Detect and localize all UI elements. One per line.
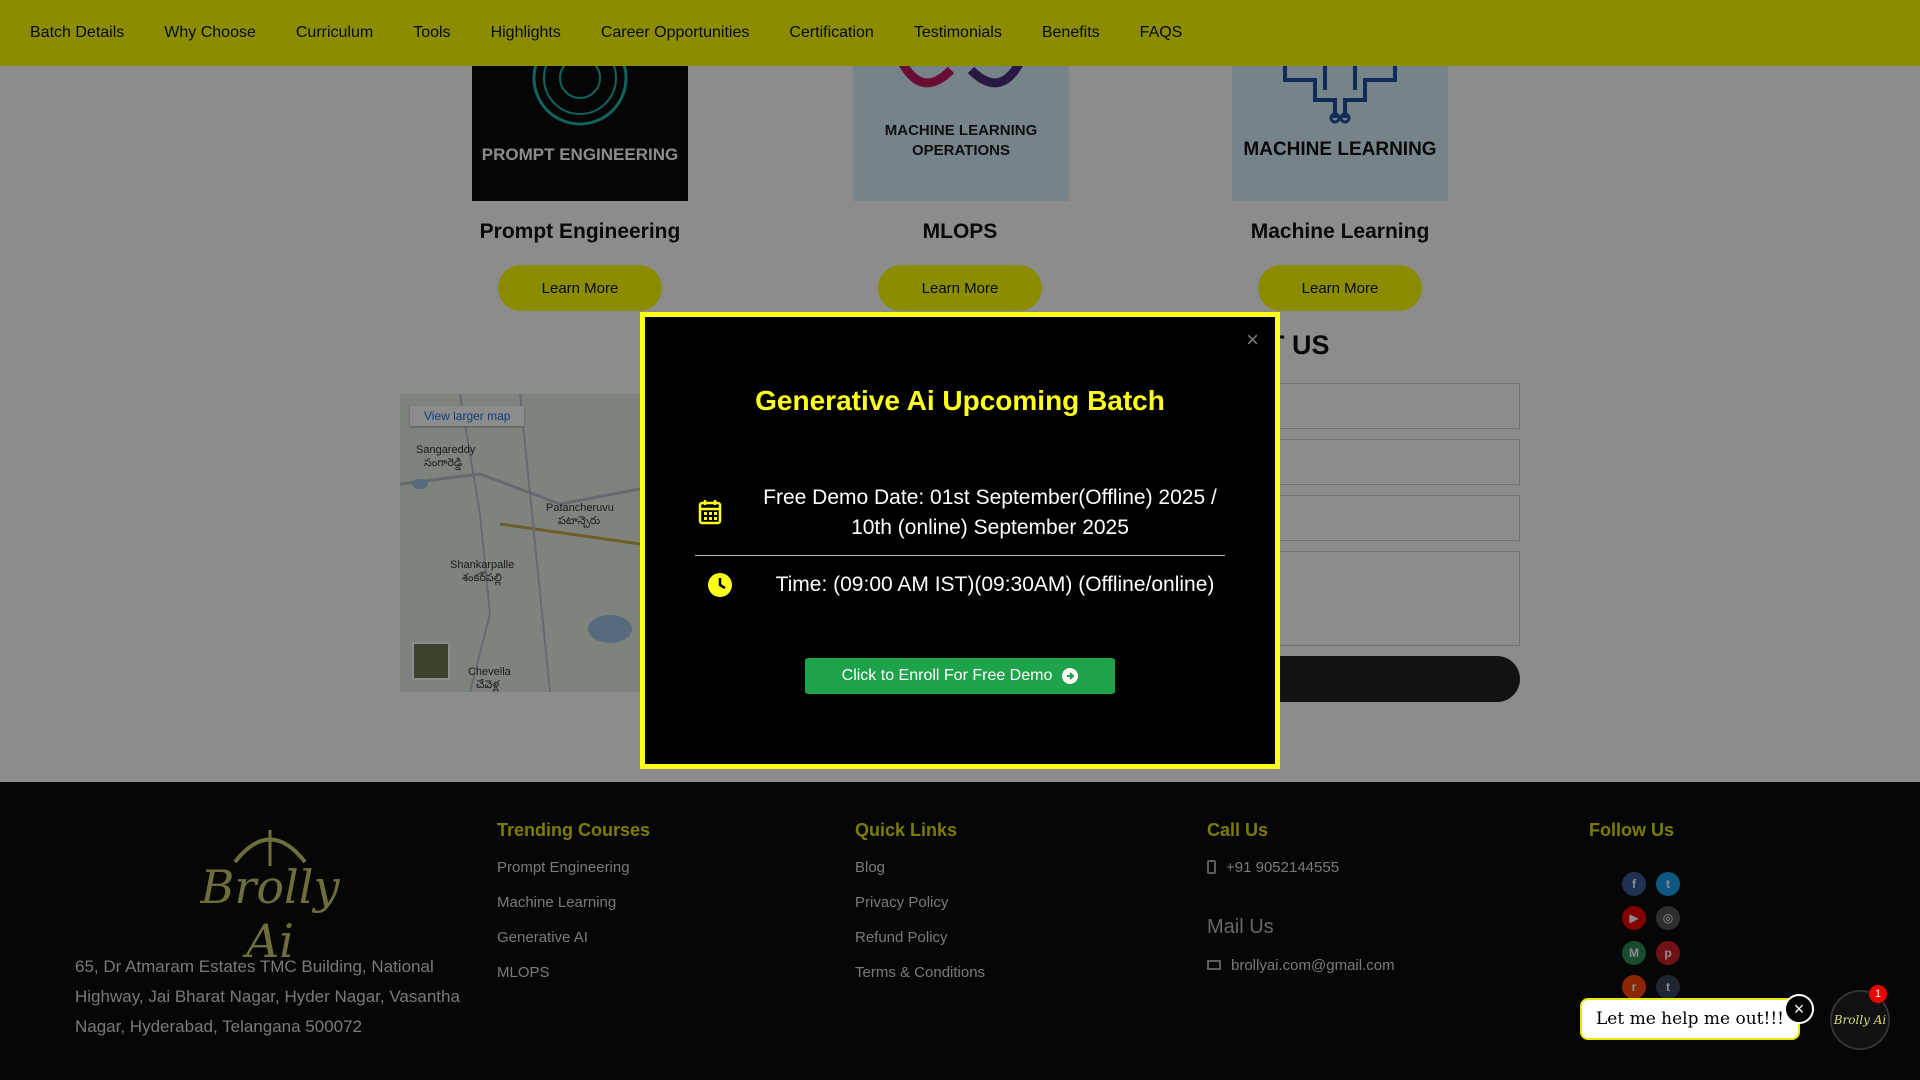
clock-icon bbox=[708, 573, 732, 597]
arrow-right-icon bbox=[1062, 668, 1079, 684]
chat-prompt-bubble[interactable]: Let me help me out!!! bbox=[1580, 998, 1800, 1040]
modal-divider bbox=[695, 555, 1225, 556]
chat-close-icon[interactable]: × bbox=[1784, 994, 1814, 1024]
upcoming-batch-modal: × Generative Ai Upcoming Batch Free Demo… bbox=[640, 312, 1280, 769]
free-demo-date: Free Demo Date: 01st September(Offline) … bbox=[763, 486, 1217, 539]
modal-title: Generative Ai Upcoming Batch bbox=[755, 385, 1165, 416]
batch-time: Time: (09:00 AM IST)(09:30AM) (Offline/o… bbox=[775, 573, 1215, 596]
modal-close-icon[interactable]: × bbox=[1246, 327, 1259, 353]
chat-notification-badge: 1 bbox=[1869, 985, 1887, 1003]
calendar-icon bbox=[698, 500, 722, 525]
enroll-button-label: Click to Enroll For Free Demo bbox=[841, 667, 1053, 684]
enroll-free-demo-button[interactable]: Click to Enroll For Free Demo bbox=[805, 658, 1115, 694]
